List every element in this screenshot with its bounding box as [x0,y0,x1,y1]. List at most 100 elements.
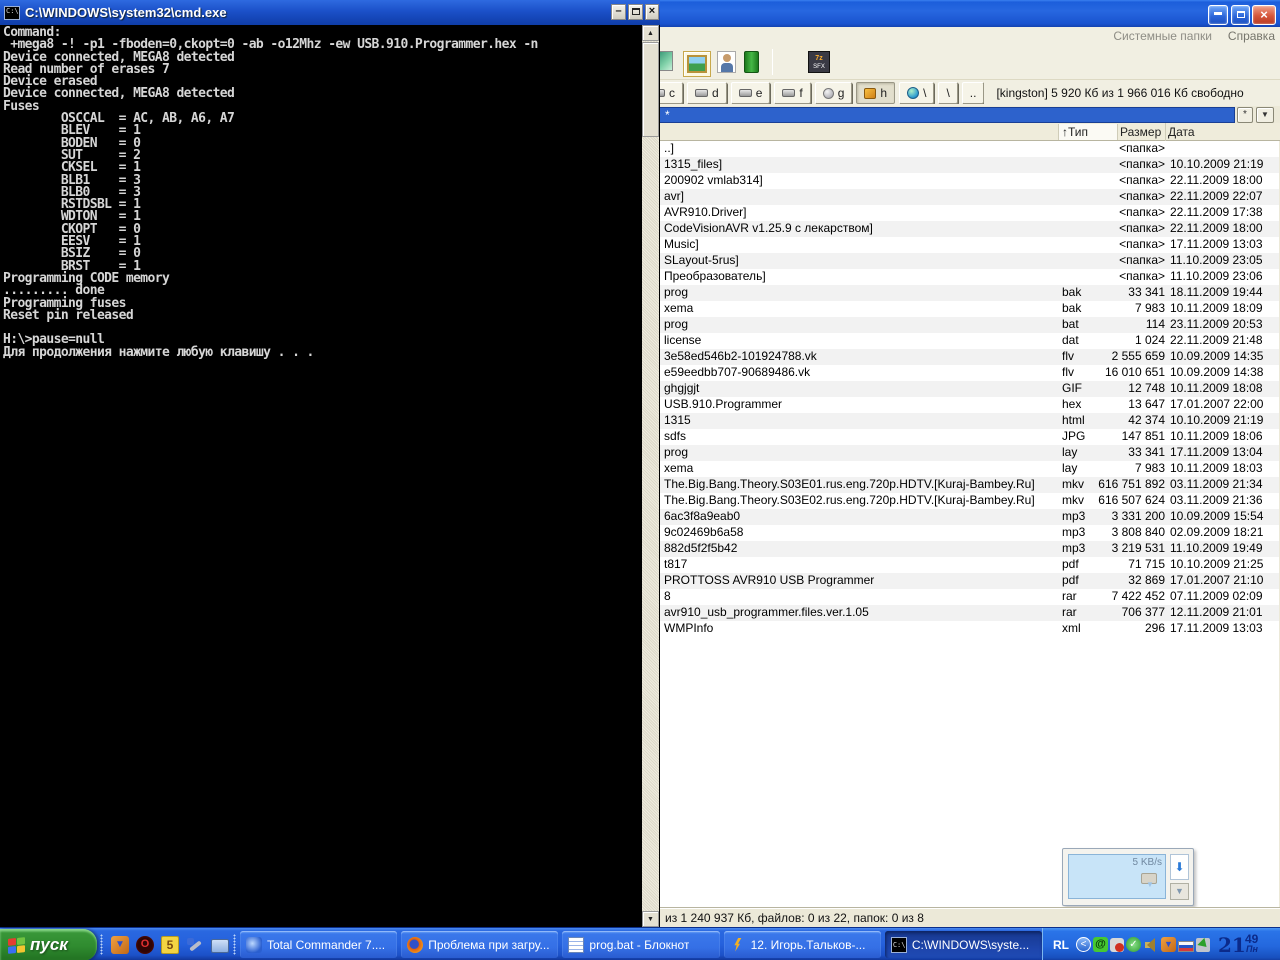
tray-chevron-icon[interactable]: < [1076,937,1091,952]
download-master-tray-icon[interactable]: ▼ [1161,937,1176,952]
close-icon: × [1260,7,1268,22]
drive-letter: d [712,86,719,100]
console-scrollbar[interactable]: ▲ ▼ [642,25,659,927]
tc-title-bar[interactable]: × [652,0,1280,27]
table-row[interactable]: progbak33 34118.11.2009 19:44 [654,285,1279,301]
task-button[interactable]: prog.bat - Блокнот [562,931,719,958]
tc-task-icon [246,937,262,953]
task-button[interactable]: Total Commander 7.... [240,931,397,958]
task-button[interactable]: C:\C:\WINDOWS\syste... [885,931,1042,958]
path-filter-button[interactable]: * [1237,107,1253,123]
show-desktop-icon[interactable] [211,939,229,953]
table-row[interactable]: PROTTOSS AVR910 USB Programmerpdf32 8691… [654,573,1279,589]
russian-flag-language-icon[interactable] [1178,941,1194,952]
red-status-tray-icon[interactable] [1110,938,1124,952]
table-row[interactable]: licensedat1 02422.11.2009 21:48 [654,333,1279,349]
file-type: flv [1062,365,1074,379]
taskbar-separator[interactable] [233,934,236,955]
table-row[interactable]: 8rar7 422 45207.11.2009 02:09 [654,589,1279,605]
table-row[interactable]: ..]<папка> [654,141,1279,157]
drive-button-up[interactable]: .. [962,82,985,104]
table-row[interactable]: avr]<папка>22.11.2009 22:07 [654,189,1279,205]
cmd-minimize-button[interactable]: – [611,4,626,20]
tools-icon[interactable] [186,936,204,954]
drive-button-h[interactable]: h [856,82,895,104]
table-row[interactable]: Преобразователь]<папка>11.10.2009 23:06 [654,269,1279,285]
path-history-dropdown-button[interactable]: ▼ [1256,107,1274,123]
menu-system-folders[interactable]: Системные папки [1113,29,1212,43]
scrollbar-thumb[interactable] [642,42,659,137]
table-row[interactable]: e59eedbb707-90689486.vkflv16 010 65110.0… [654,365,1279,381]
table-row[interactable]: WMPInfoxml29617.11.2009 13:03 [654,621,1279,637]
table-row[interactable]: ghgjgjtGIF12 74810.11.2009 18:08 [654,381,1279,397]
task-button[interactable]: 12. Игорь.Тальков-... [724,931,881,958]
tray-clock[interactable]: 21 49 Пн [1218,931,1270,959]
table-row[interactable]: Music]<папка>17.11.2009 13:03 [654,237,1279,253]
drive-button-g[interactable]: g [815,82,853,104]
cmd-close-button[interactable]: × [645,4,659,20]
table-row[interactable]: proglay33 34117.11.2009 13:04 [654,445,1279,461]
table-row[interactable]: avr910_usb_programmer.files.ver.1.05rar7… [654,605,1279,621]
drive-button-d[interactable]: d [687,82,727,104]
file-size: <папка> [1074,221,1165,235]
column-header-type[interactable]: ↑Тип [1058,124,1118,140]
drive-button-f[interactable]: f [774,82,810,104]
task-button[interactable]: Проблема при загру... [401,931,558,958]
table-row[interactable]: xemabak7 98310.11.2009 18:09 [654,301,1279,317]
start-button[interactable]: пуск [0,929,97,960]
minimize-button[interactable] [1208,5,1228,25]
table-row[interactable]: 1315_files]<папка>10.10.2009 21:19 [654,157,1279,173]
flash-drive-icon [864,88,876,99]
download-speed-widget[interactable]: 5 KB/s ⬇ ▼ [1062,848,1194,906]
toolbar-7z-sfx-icon[interactable]: 7zSFX [808,51,830,73]
menu-help[interactable]: Справка [1228,29,1275,43]
table-row[interactable]: progbat11423.11.2009 20:53 [654,317,1279,333]
file-date: 11.10.2009 23:06 [1170,269,1263,283]
drive-button-e[interactable]: e [731,82,771,104]
language-indicator[interactable]: RL [1053,938,1069,952]
drive-button-root[interactable]: \ [938,82,957,104]
column-header-date[interactable]: Дата [1168,124,1195,140]
table-row[interactable]: 1315html42 37410.10.2009 21:19 [654,413,1279,429]
tc-current-path-bar[interactable]: * [658,107,1235,123]
file-date: 07.11.2009 02:09 [1170,589,1263,603]
file-size: <папка> [1074,269,1165,283]
restore-button[interactable] [1231,5,1250,25]
table-row[interactable]: t817pdf71 71510.10.2009 21:25 [654,557,1279,573]
table-row[interactable]: 200902 vmlab314]<папка>22.11.2009 18:00 [654,173,1279,189]
five-app-icon[interactable]: 5 [161,936,179,954]
cmd-restore-button[interactable] [628,4,643,20]
toolbar-book-icon[interactable] [744,51,759,73]
icq-tray-icon[interactable]: @ [1093,937,1108,952]
scroll-up-icon[interactable]: ▲ [642,25,659,41]
console-output[interactable]: Command: +mega8 -! -p1 -fboden=0,ckopt=0… [0,25,642,927]
scroll-down-icon[interactable]: ▼ [642,911,659,927]
table-row[interactable]: 3e58ed546b2-101924788.vkflv2 555 65910.0… [654,349,1279,365]
toolbar-picture-viewer-icon[interactable] [683,51,711,77]
table-row[interactable]: 6ac3f8a9eab0mp33 331 20010.09.2009 15:54 [654,509,1279,525]
toolbar-user-icon[interactable] [717,51,736,73]
table-row[interactable]: The.Big.Bang.Theory.S03E02.rus.eng.720p.… [654,493,1279,509]
table-row[interactable]: xemalay7 98310.11.2009 18:03 [654,461,1279,477]
cmd-title-bar[interactable]: C:\WINDOWS\system32\cmd.exe – × [0,0,660,25]
column-header-size[interactable]: Размер [1120,124,1161,140]
collapse-widget-button[interactable]: ▼ [1170,883,1189,900]
table-row[interactable]: SLayout-5rus]<папка>11.10.2009 23:05 [654,253,1279,269]
table-row[interactable]: sdfsJPG147 85110.11.2009 18:06 [654,429,1279,445]
antivirus-tray-icon[interactable]: ✓ [1126,937,1141,952]
table-row[interactable]: The.Big.Bang.Theory.S03E01.rus.eng.720p.… [654,477,1279,493]
download-arrow-button[interactable]: ⬇ [1170,854,1189,880]
safely-remove-hardware-icon[interactable] [1196,938,1210,952]
download-master-icon[interactable]: ▼ [111,936,129,954]
cmd-icon [4,6,20,20]
table-row[interactable]: USB.910.Programmerhex13 64717.01.2007 22… [654,397,1279,413]
table-row[interactable]: 9c02469b6a58mp33 808 84002.09.2009 18:21 [654,525,1279,541]
table-row[interactable]: AVR910.Driver]<папка>22.11.2009 17:38 [654,205,1279,221]
opera-icon[interactable]: O [136,936,154,954]
table-row[interactable]: CodeVisionAVR v1.25.9 с лекарством]<папк… [654,221,1279,237]
close-button[interactable]: × [1252,5,1276,25]
table-row[interactable]: 882d5f2f5b42mp33 219 53111.10.2009 19:49 [654,541,1279,557]
system-tray: RL < @ ✓ ▼ 21 49 Пн [1042,928,1280,960]
volume-icon[interactable] [1143,937,1159,953]
drive-button-net[interactable]: \ [899,82,934,104]
